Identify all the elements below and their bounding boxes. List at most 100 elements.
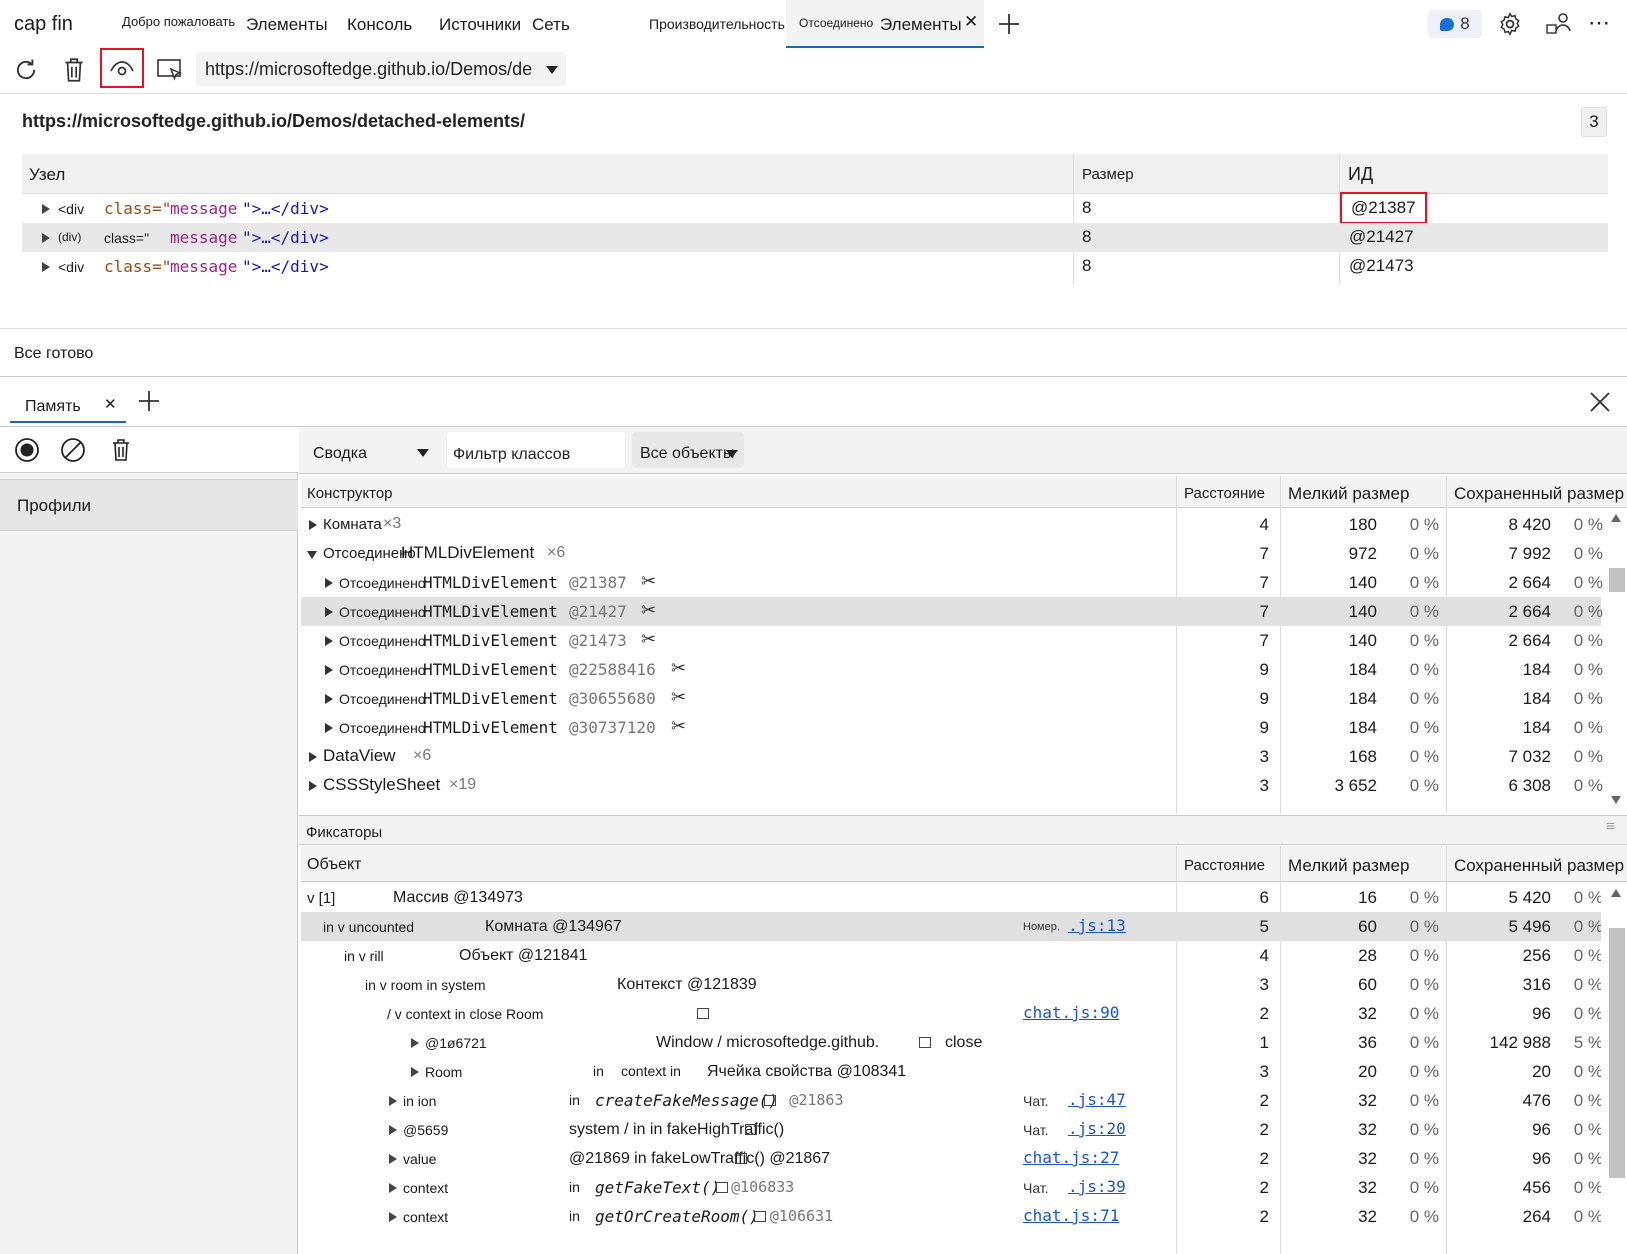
node-id[interactable]: @21473 xyxy=(1349,256,1414,276)
scissors-icon[interactable]: ✂ xyxy=(641,571,656,592)
scrollbar[interactable] xyxy=(1606,510,1627,810)
expand-arrow-icon[interactable] xyxy=(309,752,317,762)
node-id[interactable]: @21427 xyxy=(1349,227,1414,247)
constructor-row[interactable]: Комната ×3 4 180 0 % 8 420 0 % xyxy=(301,510,1603,539)
constructor-row[interactable]: Отсоединено HTMLDivElement @21427 ✂ 7 140 0 % 2… xyxy=(301,597,1603,626)
tab-welcome[interactable]: Добро пожаловать xyxy=(122,14,235,29)
select-element-icon[interactable] xyxy=(154,54,186,86)
url-select[interactable]: https://microsoftedge.github.io/Demos/de xyxy=(196,52,566,86)
constructor-row[interactable]: Отсоединено HTMLDivElement @21387 ✂ 7 140 0 % 2… xyxy=(301,568,1603,597)
reveal-in-panel-icon[interactable] xyxy=(716,1182,728,1193)
detached-node-row[interactable]: <div class=" message ">…</div> 8 @21473 xyxy=(22,252,1608,281)
detached-node-row[interactable]: <div class=" message ">…</div> 8 @21387 xyxy=(22,192,1608,224)
expand-arrow-icon[interactable] xyxy=(389,1212,397,1222)
constructor-row[interactable]: Отсоединено HTMLDivElement @22588416 ✂ 9 184 0… xyxy=(301,655,1603,684)
expand-arrow-icon[interactable] xyxy=(325,636,333,646)
profile-switch-icon[interactable] xyxy=(1544,10,1574,38)
constructor-row[interactable]: Отсоединено HTMLDivElement @21473 ✂ 7 140 0 % 2… xyxy=(301,626,1603,655)
collapse-arrow-icon[interactable] xyxy=(307,551,317,559)
close-icon[interactable]: ✕ xyxy=(104,395,117,413)
source-link[interactable]: .js:13 xyxy=(1068,916,1126,935)
source-link[interactable]: .js:20 xyxy=(1068,1119,1126,1138)
close-icon[interactable]: ✕ xyxy=(964,12,978,32)
retainer-row[interactable]: @5659 system / in in fakeHighTraffic() Чат… xyxy=(301,1115,1601,1144)
eye-icon[interactable] xyxy=(100,48,144,88)
close-drawer-icon[interactable] xyxy=(1586,388,1614,416)
expand-arrow-icon[interactable] xyxy=(42,204,50,214)
clear-icon[interactable] xyxy=(58,435,88,465)
expand-arrow-icon[interactable] xyxy=(411,1038,419,1048)
retainer-row[interactable]: context in getFakeText() @106833 Чат. .js:39 2… xyxy=(301,1173,1601,1202)
scissors-icon[interactable]: ✂ xyxy=(641,629,656,650)
expand-arrow-icon[interactable] xyxy=(389,1183,397,1193)
expand-arrow-icon[interactable] xyxy=(389,1096,397,1106)
expand-arrow-icon[interactable] xyxy=(325,694,333,704)
retainer-row[interactable]: in v rill Объект @121841 4 28 0 % 256 0 % xyxy=(301,941,1601,970)
expand-arrow-icon[interactable] xyxy=(389,1154,397,1164)
issues-badge[interactable]: 8 xyxy=(1428,10,1482,38)
gear-icon[interactable] xyxy=(1496,10,1524,38)
source-link[interactable]: .js:47 xyxy=(1068,1090,1126,1109)
reveal-in-panel-icon[interactable] xyxy=(919,1037,931,1048)
scroll-up-icon[interactable] xyxy=(1611,889,1621,897)
reveal-in-panel-icon[interactable] xyxy=(697,1008,709,1019)
expand-arrow-icon[interactable] xyxy=(42,233,50,243)
scroll-thumb[interactable] xyxy=(1609,928,1625,1178)
scrollbar[interactable] xyxy=(1606,883,1627,1254)
constructor-row[interactable]: CSSStyleSheet ×19 3 3 652 0 % 6 308 0 % xyxy=(301,771,1603,800)
tab-memory[interactable]: Память ✕ xyxy=(10,381,126,423)
expand-arrow-icon[interactable] xyxy=(325,607,333,617)
source-link[interactable]: chat.js:71 xyxy=(1023,1206,1119,1225)
scissors-icon[interactable]: ✂ xyxy=(671,716,686,737)
expand-arrow-icon[interactable] xyxy=(325,578,333,588)
class-filter-input[interactable]: Фильтр классов xyxy=(447,432,625,468)
reveal-in-panel-icon[interactable] xyxy=(764,1095,776,1106)
tab-elements[interactable]: Элементы xyxy=(246,15,328,35)
detached-node-row[interactable]: (div) class=" message ">…</div> 8 @21427 xyxy=(22,223,1608,252)
source-link[interactable]: chat.js:27 xyxy=(1023,1148,1119,1167)
reveal-in-panel-icon[interactable] xyxy=(745,1124,757,1135)
scissors-icon[interactable]: ✂ xyxy=(671,658,686,679)
expand-arrow-icon[interactable] xyxy=(309,781,317,791)
trash-icon[interactable] xyxy=(58,54,90,86)
reveal-in-panel-icon[interactable] xyxy=(735,1153,747,1164)
retainer-row[interactable]: v [1] Массив @134973 6 16 0 % 5 420 0 % xyxy=(301,883,1601,912)
retainer-row[interactable]: in v uncounted Комната @134967 Номер. .js:1… xyxy=(301,912,1601,941)
source-link[interactable]: chat.js:90 xyxy=(1023,1003,1119,1022)
tab-network[interactable]: Сеть xyxy=(532,15,570,35)
more-options-icon[interactable]: ⋯ xyxy=(1588,10,1611,36)
retainer-row[interactable]: Room in context in Ячейка свойства @108341 3… xyxy=(301,1057,1601,1086)
retainer-row[interactable]: @1ø6721 Window / microsoftedge.github. clo… xyxy=(301,1028,1601,1057)
expand-arrow-icon[interactable] xyxy=(325,723,333,733)
trash-icon[interactable] xyxy=(106,435,136,465)
retainer-row[interactable]: value @21869 in fakeLowTraffic() @21867 ch… xyxy=(301,1144,1601,1173)
tab-console[interactable]: Консоль xyxy=(347,15,412,35)
tab-sources[interactable]: Источники xyxy=(439,15,521,35)
add-tab-icon[interactable] xyxy=(995,10,1023,38)
retainer-row[interactable]: in ion in createFakeMessage() @21863 Чат. .js… xyxy=(301,1086,1601,1115)
scissors-icon[interactable]: ✂ xyxy=(671,687,686,708)
scroll-down-icon[interactable] xyxy=(1611,796,1621,804)
add-tab-icon[interactable] xyxy=(135,387,163,415)
scroll-thumb[interactable] xyxy=(1609,568,1625,592)
retainer-row[interactable]: / v context in close Room chat.js:90 2 32 0 … xyxy=(301,999,1601,1028)
tab-detached-elements[interactable]: Отсоединено Элементы ✕ xyxy=(786,0,984,48)
expand-arrow-icon[interactable] xyxy=(325,665,333,675)
constructor-row[interactable]: DataView ×6 3 168 0 % 7 032 0 % xyxy=(301,742,1603,771)
retainer-row[interactable]: context in getOrCreateRoom() @106631 chat.js… xyxy=(301,1202,1601,1231)
scroll-up-icon[interactable] xyxy=(1611,514,1621,522)
constructor-row[interactable]: Отсоединено HTMLDivElement @30737120 ✂ 9 184 0… xyxy=(301,713,1603,742)
reveal-in-panel-icon[interactable] xyxy=(754,1211,766,1222)
expand-arrow-icon[interactable] xyxy=(411,1067,419,1077)
objects-select[interactable]: Все объекты xyxy=(632,432,744,468)
expand-arrow-icon[interactable] xyxy=(309,520,317,530)
retainer-row[interactable]: in v room in system Контекст @121839 3 60 0 … xyxy=(301,970,1601,999)
record-icon[interactable] xyxy=(12,435,42,465)
source-link[interactable]: .js:39 xyxy=(1068,1177,1126,1196)
tab-performance[interactable]: Производительность xyxy=(649,16,785,32)
constructor-row[interactable]: Отсоединено HTMLDivElement ×6 7 972 0 % 7 992 0… xyxy=(301,539,1603,568)
refresh-icon[interactable] xyxy=(10,54,42,86)
constructor-row[interactable]: Отсоединено HTMLDivElement @30655680 ✂ 9 184 0… xyxy=(301,684,1603,713)
view-select[interactable]: Сводка xyxy=(299,431,434,469)
scissors-icon[interactable]: ✂ xyxy=(641,600,656,621)
